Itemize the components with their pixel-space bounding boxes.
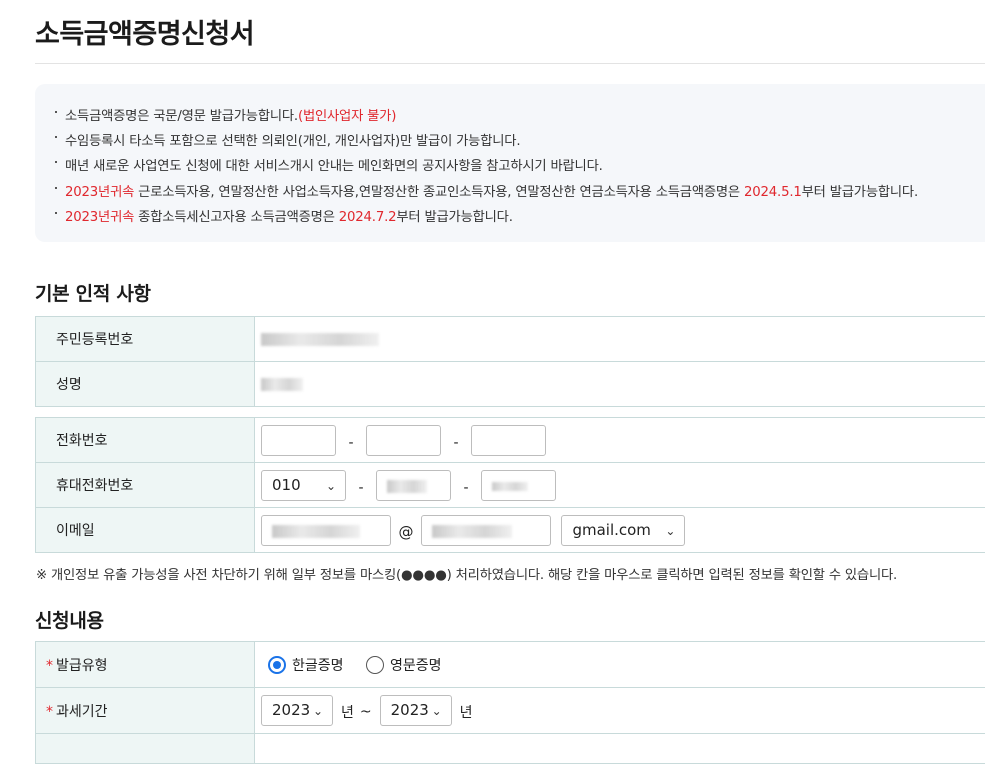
masked-mobile-last [492, 482, 528, 491]
basic-info-title: 기본 인적 사항 [35, 279, 151, 306]
radio-korean-certificate[interactable]: 한글증명 [268, 655, 344, 675]
email-domain-select[interactable]: gmail.com⌄ [561, 515, 685, 546]
year-to-select[interactable]: 2023⌄ [380, 695, 452, 726]
mobile-input-2[interactable] [376, 470, 451, 501]
email-domain-input[interactable] [421, 515, 551, 546]
tax-period-label: *과세기간 [36, 688, 255, 734]
notice-box: 소득금액증명은 국문/영문 발급가능합니다.(법인사업자 불가) 수임등록시 타… [35, 84, 985, 242]
mobile-prefix-select[interactable]: 010⌄ [261, 470, 346, 501]
masked-name[interactable] [261, 378, 303, 391]
name-value [255, 362, 985, 407]
notice-list: 소득금액증명은 국문/영문 발급가능합니다.(법인사업자 불가) 수임등록시 타… [55, 104, 985, 230]
phone-label: 전화번호 [36, 418, 255, 463]
chevron-down-icon: ⌄ [432, 697, 442, 726]
chevron-down-icon: ⌄ [326, 472, 336, 501]
notice-item: 수임등록시 타소득 포함으로 선택한 의뢰인(개인, 개인사업자)만 발급이 가… [55, 129, 985, 154]
notice-item: 2023년귀속 근로소득자용, 연말정산한 사업소득자용,연말정산한 종교인소득… [55, 180, 985, 205]
notice-item: 매년 새로운 사업연도 신청에 대한 서비스개시 안내는 메인화면의 공지사항을… [55, 154, 985, 179]
masking-notice: ※ 개인정보 유출 가능성을 사전 차단하기 위해 일부 정보를 마스킹(●●●… [36, 564, 897, 583]
masked-mobile-middle [387, 480, 427, 493]
notice-item: 소득금액증명은 국문/영문 발급가능합니다.(법인사업자 불가) [55, 104, 985, 129]
phone-fields: -- [255, 418, 985, 463]
email-label: 이메일 [36, 508, 255, 553]
tax-period-fields: 2023⌄년~2023⌄년 [255, 688, 985, 734]
mobile-label: 휴대전화번호 [36, 463, 255, 508]
phone-input-3[interactable] [471, 425, 546, 456]
rrn-label: 주민등록번호 [36, 317, 255, 362]
application-title: 신청내용 [35, 606, 104, 633]
next-row-label [36, 734, 255, 764]
masked-email-id [272, 525, 360, 538]
application-table: *발급유형 한글증명 영문증명 *과세기간 2023⌄년~2023⌄년 [35, 641, 985, 764]
mobile-fields: 010⌄-- [255, 463, 985, 508]
basic-info-table: 주민등록번호 성명 [35, 316, 985, 407]
mobile-input-3[interactable] [481, 470, 556, 501]
rrn-value [255, 317, 985, 362]
email-fields: @ gmail.com⌄ [255, 508, 985, 553]
next-row-value [255, 734, 985, 764]
radio-unselected-icon [366, 656, 384, 674]
notice-item: 2023년귀속 종합소득세신고자용 소득금액증명은 2024.7.2부터 발급가… [55, 205, 985, 230]
masked-email-domain [432, 525, 512, 538]
issue-type-label: *발급유형 [36, 642, 255, 688]
masked-rrn[interactable] [261, 333, 379, 346]
chevron-down-icon: ⌄ [313, 697, 323, 726]
radio-english-certificate[interactable]: 영문증명 [366, 655, 442, 675]
name-label: 성명 [36, 362, 255, 407]
contact-table: 전화번호 -- 휴대전화번호 010⌄-- 이메일 @ gmail.com⌄ [35, 417, 985, 553]
issue-type-options: 한글증명 영문증명 [255, 642, 985, 688]
title-divider [35, 63, 985, 64]
email-id-input[interactable] [261, 515, 391, 546]
radio-selected-icon [268, 656, 286, 674]
phone-input-1[interactable] [261, 425, 336, 456]
page-title: 소득금액증명신청서 [35, 12, 254, 51]
phone-input-2[interactable] [366, 425, 441, 456]
year-from-select[interactable]: 2023⌄ [261, 695, 333, 726]
chevron-down-icon: ⌄ [665, 517, 675, 546]
